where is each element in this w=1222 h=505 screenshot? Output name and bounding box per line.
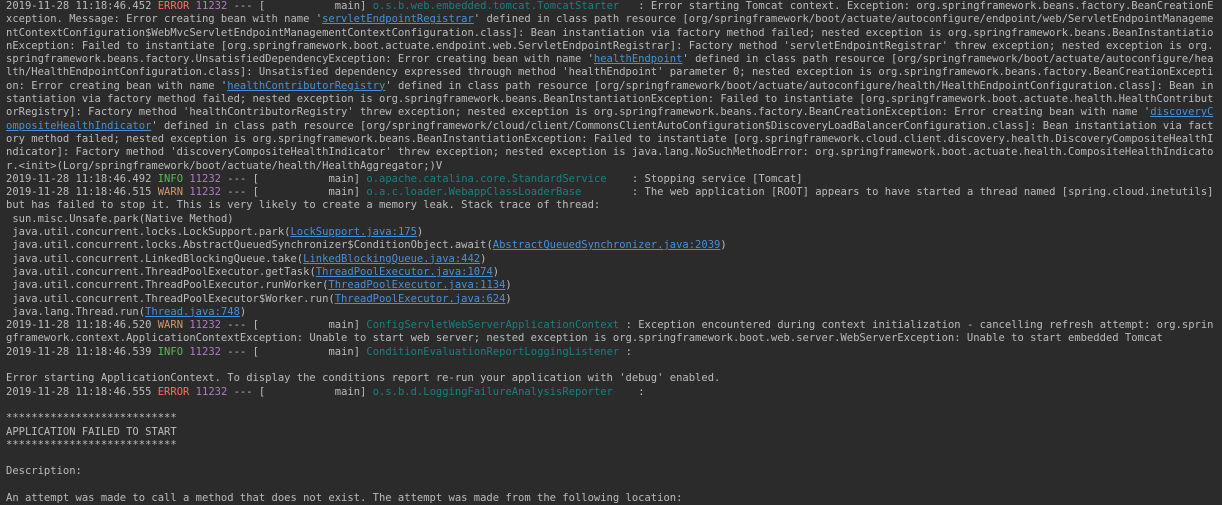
console-text-line: java.util.concurrent.locks.LockSupport.p…	[6, 226, 1216, 239]
console-text-line: java.util.concurrent.ThreadPoolExecutor.…	[6, 279, 1216, 292]
console-output: 2019-11-28 11:18:46.452 ERROR 11232 --- …	[0, 0, 1222, 505]
log-logger: o.apache.catalina.core.StandardService	[366, 172, 626, 185]
log-pid: 11232	[189, 186, 221, 199]
log-thread: [ main]	[252, 186, 361, 199]
log-logger: ConditionEvaluationReportLoggingListener	[366, 345, 620, 358]
log-level: ERROR	[157, 385, 190, 398]
log-message: Description:	[6, 465, 82, 478]
log-message: :	[631, 385, 645, 398]
source-link[interactable]: LinkedBlockingQueue.java:442	[303, 253, 480, 265]
log-message: :	[619, 345, 632, 358]
log-line: 2019-11-28 11:18:46.555 ERROR 11232 --- …	[6, 386, 1216, 399]
console-text-line: Description:	[6, 465, 1216, 478]
source-link[interactable]: healthContributorRegistry	[227, 80, 385, 92]
log-message: )	[492, 265, 500, 278]
log-message: : Stopping service [Tomcat]	[625, 172, 803, 185]
source-link[interactable]: ThreadPoolExecutor.java:1134	[328, 279, 505, 291]
source-link[interactable]: ThreadPoolExecutor.java:1074	[316, 266, 493, 278]
log-message: ***************************	[6, 438, 177, 451]
log-thread: [ main]	[252, 345, 361, 358]
console-text-line: java.util.concurrent.locks.AbstractQueue…	[6, 239, 1216, 252]
log-message: )	[239, 305, 247, 318]
log-message: )	[505, 292, 512, 305]
source-link[interactable]: LockSupport.java:175	[290, 226, 416, 238]
log-level: ERROR	[157, 0, 190, 12]
log-timestamp: 2019-11-28 11:18:46.555	[6, 385, 152, 398]
log-timestamp: 2019-11-28 11:18:46.515	[6, 186, 152, 199]
console-text-line: APPLICATION FAILED TO START	[6, 426, 1216, 439]
source-link[interactable]: Thread.java:748	[145, 306, 240, 318]
log-separator: ---	[233, 0, 253, 12]
log-thread: [ main]	[258, 0, 367, 12]
log-timestamp: 2019-11-28 11:18:46.492	[6, 172, 152, 185]
log-message: APPLICATION FAILED TO START	[6, 425, 177, 438]
console-text-line	[6, 479, 1216, 492]
log-line: 2019-11-28 11:18:46.452 ERROR 11232 --- …	[6, 0, 1216, 173]
console-text-line: ***************************	[6, 439, 1216, 452]
console-text-line	[6, 452, 1216, 465]
log-message: ***************************	[6, 412, 177, 425]
console-text-line: ***************************	[6, 412, 1216, 425]
log-line: 2019-11-28 11:18:46.492 INFO 11232 --- […	[6, 173, 1216, 186]
log-line: 2019-11-28 11:18:46.539 INFO 11232 --- […	[6, 346, 1216, 359]
log-message: )	[416, 226, 424, 239]
source-link[interactable]: AbstractQueuedSynchronizer.java:2039	[493, 239, 721, 251]
console-text-line: java.util.concurrent.ThreadPoolExecutor$…	[6, 293, 1216, 306]
log-logger: o.s.b.d.LoggingFailureAnalysisReporter	[372, 385, 632, 398]
log-thread: [ main]	[252, 319, 361, 332]
console-text-line	[6, 399, 1216, 412]
console-text-line: An attempt was made to call a method tha…	[6, 492, 1216, 505]
console-text-line: java.util.concurrent.ThreadPoolExecutor.…	[6, 266, 1216, 279]
log-line: 2019-11-28 11:18:46.520 WARN 11232 --- […	[6, 319, 1216, 346]
log-message: java.util.concurrent.ThreadPoolExecutor$…	[6, 292, 335, 305]
console-text-line: Error starting ApplicationContext. To di…	[6, 372, 1216, 385]
log-level: INFO	[157, 172, 184, 185]
log-separator: ---	[227, 186, 247, 199]
log-pid: 11232	[195, 385, 228, 398]
source-link[interactable]: healthEndpoint	[594, 53, 683, 65]
log-message: ' defined in class path resource [org/sp…	[6, 119, 1214, 172]
log-message: java.util.concurrent.LinkedBlockingQueue…	[6, 252, 304, 265]
log-logger: o.a.c.loader.WebappClassLoaderBase	[366, 186, 626, 199]
log-message: java.lang.Thread.run(	[6, 305, 146, 318]
source-link[interactable]: servletEndpointRegistrar	[322, 13, 474, 25]
log-separator: ---	[227, 345, 247, 358]
log-message: An attempt was made to call a method tha…	[6, 491, 683, 504]
log-logger: ConfigServletWebServerApplicationContext	[366, 319, 620, 332]
log-separator: ---	[233, 385, 253, 398]
log-message: java.util.concurrent.locks.LockSupport.p…	[6, 226, 291, 239]
log-logger: o.s.b.web.embedded.tomcat.TomcatStarter	[372, 0, 632, 12]
log-separator: ---	[227, 319, 247, 332]
log-level: WARN	[157, 319, 184, 332]
log-message: java.util.concurrent.locks.AbstractQueue…	[6, 239, 493, 252]
log-message: java.util.concurrent.ThreadPoolExecutor.…	[6, 265, 316, 278]
log-pid: 11232	[189, 319, 221, 332]
log-message: java.util.concurrent.ThreadPoolExecutor.…	[6, 279, 329, 292]
log-thread: [ main]	[258, 385, 367, 398]
log-thread: [ main]	[252, 172, 361, 185]
log-timestamp: 2019-11-28 11:18:46.452	[6, 0, 152, 12]
log-message: )	[480, 252, 487, 265]
console-text-line: sun.misc.Unsafe.park(Native Method)	[6, 213, 1216, 226]
log-line: 2019-11-28 11:18:46.515 WARN 11232 --- […	[6, 186, 1216, 213]
log-message: sun.misc.Unsafe.park(Native Method)	[6, 212, 234, 225]
log-pid: 11232	[189, 172, 221, 185]
log-message: Error starting ApplicationContext. To di…	[6, 372, 721, 385]
log-level: WARN	[157, 186, 184, 199]
log-pid: 11232	[195, 0, 228, 12]
log-level: INFO	[157, 345, 184, 358]
console-text-line	[6, 359, 1216, 372]
source-link[interactable]: ThreadPoolExecutor.java:624	[335, 293, 506, 305]
log-separator: ---	[227, 172, 247, 185]
log-pid: 11232	[189, 345, 221, 358]
log-message: )	[720, 239, 727, 252]
console-text-line: java.util.concurrent.LinkedBlockingQueue…	[6, 253, 1216, 266]
log-message: )	[505, 279, 512, 292]
console-text-line: java.lang.Thread.run(Thread.java:748)	[6, 306, 1216, 319]
log-timestamp: 2019-11-28 11:18:46.539	[6, 345, 152, 358]
log-timestamp: 2019-11-28 11:18:46.520	[6, 319, 152, 332]
